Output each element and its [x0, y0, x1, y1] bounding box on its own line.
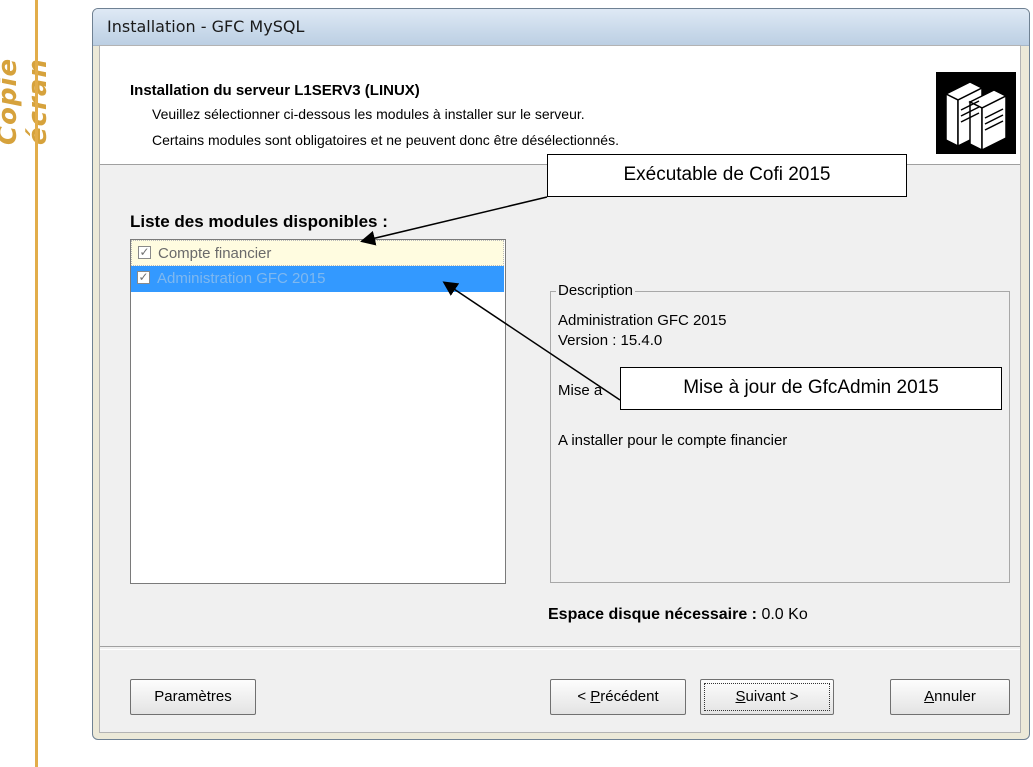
checkbox-checked-icon[interactable]: ✓ — [137, 271, 150, 284]
description-note: A installer pour le compte financier — [558, 432, 788, 449]
server-icon — [936, 72, 1016, 154]
next-button[interactable]: Suivant > — [700, 679, 834, 715]
side-bar-divider — [35, 0, 38, 767]
window-title: Installation - GFC MySQL — [107, 17, 305, 36]
cancel-button-accel: A — [924, 688, 935, 705]
side-label: Copie écran — [0, 0, 53, 767]
previous-button-label: récédent — [600, 688, 659, 705]
header-subtitle-1: Veuillez sélectionner ci-dessous les mod… — [152, 106, 585, 122]
description-update: Mise à — [558, 382, 603, 399]
previous-button[interactable]: < Précédent — [550, 679, 686, 715]
cancel-button-label: nnuler — [934, 688, 976, 705]
next-button-label: uivant > — [745, 688, 799, 705]
module-item-administration-gfc[interactable]: ✓ Administration GFC 2015 — [131, 266, 504, 292]
header-title: Installation du serveur L1SERV3 (LINUX) — [130, 82, 420, 99]
previous-button-prefix: < — [577, 688, 591, 705]
disk-space: Espace disque nécessaire : 0.0 Ko — [548, 606, 808, 624]
cancel-button[interactable]: Annuler — [890, 679, 1010, 715]
callout-executable: Exécutable de Cofi 2015 — [547, 154, 907, 197]
description-legend: Description — [556, 282, 636, 299]
wizard-header: Installation du serveur L1SERV3 (LINUX) … — [100, 46, 1020, 165]
modules-listbox[interactable]: ✓ Compte financier ✓ Administration GFC … — [130, 239, 506, 584]
title-bar[interactable]: Installation - GFC MySQL — [93, 9, 1029, 46]
callout-update: Mise à jour de GfcAdmin 2015 — [620, 367, 1002, 410]
previous-button-accel: P — [590, 688, 601, 705]
module-item-compte-financier[interactable]: ✓ Compte financier — [131, 240, 504, 266]
description-module-name: Administration GFC 2015 — [558, 312, 727, 329]
footer-separator — [100, 646, 1020, 650]
description-version: Version : 15.4.0 — [558, 332, 663, 349]
header-subtitle-2: Certains modules sont obligatoires et ne… — [152, 132, 619, 148]
disk-space-label: Espace disque nécessaire : — [548, 606, 757, 623]
next-button-accel: S — [735, 688, 746, 705]
module-label: Compte financier — [158, 245, 272, 262]
side-label-text: Copie écran — [0, 57, 53, 145]
disk-space-value: 0.0 Ko — [761, 606, 808, 623]
module-label: Administration GFC 2015 — [157, 270, 326, 287]
parameters-button-label: Paramètres — [154, 688, 232, 705]
parameters-button[interactable]: Paramètres — [130, 679, 256, 715]
checkbox-checked-icon[interactable]: ✓ — [138, 246, 151, 259]
modules-list-title: Liste des modules disponibles : — [130, 212, 388, 231]
